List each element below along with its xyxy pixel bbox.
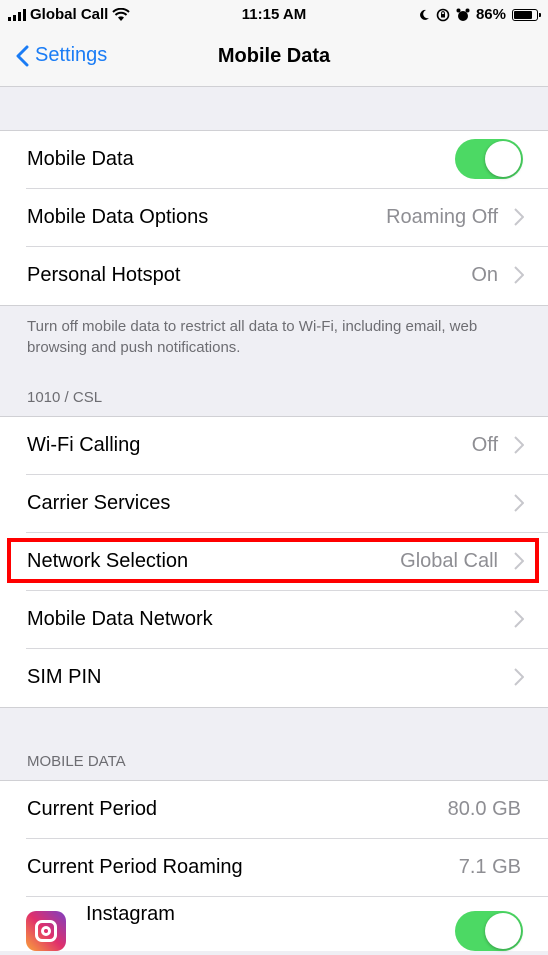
personal-hotspot-label: Personal Hotspot (27, 264, 181, 286)
sim-pin-label: SIM PIN (27, 666, 102, 688)
chevron-right-icon (514, 266, 524, 284)
mobile-data-network-row[interactable]: Mobile Data Network (0, 591, 548, 649)
toggle-knob (485, 141, 521, 177)
status-right: 86% (418, 6, 541, 23)
personal-hotspot-value: On (471, 264, 498, 286)
chevron-right-icon (514, 436, 524, 454)
chevron-right-icon (514, 610, 524, 628)
instagram-icon (26, 911, 66, 951)
chevron-right-icon (514, 668, 524, 686)
usage-section-header: MOBILE DATA (27, 753, 126, 770)
mobile-data-options-row[interactable]: Mobile Data Options Roaming Off (0, 189, 548, 247)
mobile-data-options-label: Mobile Data Options (27, 206, 209, 228)
mobile-data-toggle[interactable] (455, 139, 523, 179)
mobile-data-options-value: Roaming Off (386, 206, 498, 228)
personal-hotspot-row[interactable]: Personal Hotspot On (0, 247, 548, 305)
battery-percent: 86% (475, 6, 506, 23)
sim-pin-row[interactable]: SIM PIN (0, 649, 548, 707)
carrier-section-header: 1010 / CSL (27, 389, 103, 406)
battery-icon (512, 8, 541, 21)
current-period-roaming-value: 7.1 GB (458, 856, 521, 878)
current-period-label: Current Period (27, 798, 158, 820)
mobile-data-row: Mobile Data (0, 131, 548, 189)
current-period-value: 80.0 GB (447, 798, 521, 820)
wifi-calling-label: Wi-Fi Calling (27, 434, 141, 456)
mobile-data-network-label: Mobile Data Network (27, 608, 213, 630)
instagram-row: Instagram (0, 897, 548, 955)
alarm-icon (456, 8, 470, 21)
nav-bar: Settings Mobile Data (0, 30, 548, 87)
moon-icon (420, 9, 429, 20)
status-bar: Global Call 11:15 AM 86% (0, 0, 548, 30)
carrier-services-row[interactable]: Carrier Services (0, 475, 548, 533)
instagram-toggle[interactable] (455, 911, 523, 951)
current-period-row: Current Period 80.0 GB (0, 781, 548, 839)
instagram-label: Instagram (86, 903, 175, 925)
orientation-lock-icon (436, 8, 450, 21)
current-period-roaming-label: Current Period Roaming (27, 856, 243, 878)
chevron-right-icon (514, 208, 524, 226)
wifi-calling-row[interactable]: Wi-Fi Calling Off (0, 417, 548, 475)
mobile-data-footer-note: Turn off mobile data to restrict all dat… (27, 318, 478, 356)
mobile-data-label: Mobile Data (27, 148, 134, 170)
toggle-knob (485, 913, 521, 949)
chevron-right-icon (514, 494, 524, 512)
current-period-roaming-row: Current Period Roaming 7.1 GB (0, 839, 548, 897)
usage-group: Current Period 80.0 GB Current Period Ro… (0, 780, 548, 951)
page-title: Mobile Data (217, 45, 331, 67)
network-selection-highlight (7, 538, 539, 583)
wifi-calling-value: Off (471, 434, 498, 456)
mobile-data-group: Mobile Data Mobile Data Options Roaming … (0, 130, 548, 306)
carrier-services-label: Carrier Services (27, 492, 171, 514)
